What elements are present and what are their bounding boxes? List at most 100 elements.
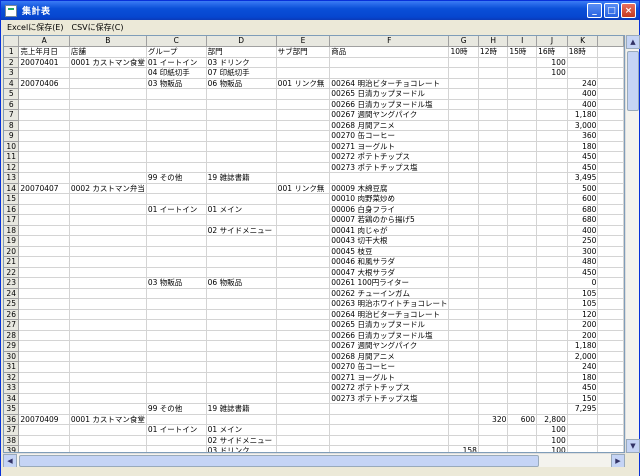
grid-cell[interactable]: 00266 日清カップヌードル塩 — [329, 330, 450, 341]
grid-cell[interactable]: 00264 明治ビターチョコレート — [329, 309, 450, 320]
grid-cell[interactable] — [507, 256, 538, 268]
grid-cell[interactable] — [18, 277, 70, 289]
grid-cell[interactable] — [146, 193, 207, 205]
grid-cell[interactable]: 320 — [478, 414, 509, 425]
row-header[interactable]: 35 — [4, 403, 20, 415]
grid-cell[interactable] — [276, 130, 331, 142]
row-header[interactable]: 3 — [4, 67, 20, 79]
grid-cell[interactable]: 240 — [567, 78, 599, 89]
horizontal-scrollbar[interactable]: ◀ ▶ — [3, 453, 625, 468]
grid-cell[interactable] — [276, 109, 331, 121]
grid-cell[interactable]: 00261 100円ライター — [329, 277, 450, 289]
grid-cell[interactable] — [206, 120, 277, 131]
grid-cell[interactable] — [18, 172, 70, 184]
grid-cell[interactable] — [448, 340, 479, 352]
grid-cell[interactable] — [448, 382, 479, 394]
grid-cell[interactable] — [69, 424, 147, 436]
grid-cell[interactable] — [146, 162, 207, 173]
grid-cell[interactable] — [478, 183, 509, 194]
grid-cell[interactable]: 18時 — [567, 46, 599, 58]
row-header[interactable]: 12 — [4, 162, 20, 173]
grid-cell[interactable] — [448, 172, 479, 184]
grid-cell[interactable] — [18, 298, 70, 310]
grid-cell[interactable] — [146, 319, 207, 331]
grid-cell[interactable]: 600 — [567, 193, 599, 205]
grid-cell[interactable] — [276, 256, 331, 268]
row-header[interactable]: 31 — [4, 361, 20, 373]
grid-cell[interactable] — [478, 382, 509, 394]
grid-cell[interactable] — [146, 109, 207, 121]
grid-cell[interactable] — [448, 309, 479, 320]
grid-cell[interactable] — [478, 256, 509, 268]
grid-cell[interactable]: 00273 ポテトチップス塩 — [329, 162, 450, 173]
grid-cell[interactable] — [507, 424, 538, 436]
grid-cell[interactable]: 02 サイドメニュー — [206, 435, 277, 446]
grid-cell[interactable]: 500 — [567, 183, 599, 194]
grid-cell[interactable] — [536, 235, 568, 247]
grid-cell[interactable] — [478, 78, 509, 89]
grid-cell[interactable]: 0 — [567, 277, 599, 289]
grid-cell[interactable]: 400 — [567, 225, 599, 236]
grid-cell[interactable] — [276, 204, 331, 215]
row-header[interactable]: 28 — [4, 330, 20, 341]
grid-cell[interactable]: 300 — [567, 246, 599, 257]
grid-cell[interactable] — [276, 214, 331, 226]
grid-cell[interactable] — [448, 78, 479, 89]
row-header[interactable]: 10 — [4, 141, 20, 152]
grid-cell[interactable] — [206, 298, 277, 310]
grid-cell[interactable]: 00266 日清カップヌードル塩 — [329, 99, 450, 110]
grid-cell[interactable] — [146, 235, 207, 247]
grid-cell[interactable] — [18, 309, 70, 320]
grid-cell[interactable] — [18, 130, 70, 142]
grid-cell[interactable] — [69, 256, 147, 268]
grid-cell[interactable] — [276, 351, 331, 362]
grid-cell[interactable] — [206, 162, 277, 173]
grid-cell[interactable] — [507, 393, 538, 404]
grid-cell[interactable]: 00270 缶コーヒー — [329, 130, 450, 142]
grid-cell[interactable]: 480 — [567, 256, 599, 268]
grid-cell[interactable] — [18, 109, 70, 121]
grid-cell[interactable] — [206, 151, 277, 163]
grid-cell[interactable]: 0001 カストマン食堂 — [69, 414, 147, 425]
grid-cell[interactable] — [276, 382, 331, 394]
grid-cell[interactable]: 001 リンク無 — [276, 78, 331, 89]
grid-cell[interactable] — [507, 319, 538, 331]
grid-cell[interactable] — [276, 298, 331, 310]
grid-cell[interactable]: 00006 白身フライ — [329, 204, 450, 215]
grid-cell[interactable] — [448, 372, 479, 383]
grid-cell[interactable] — [206, 141, 277, 152]
grid-cell[interactable] — [69, 78, 147, 89]
grid-cell[interactable]: 00268 月間アニメ — [329, 351, 450, 362]
grid-cell[interactable] — [478, 403, 509, 415]
grid-cell[interactable]: 03 ドリンク — [206, 445, 277, 452]
grid-cell[interactable] — [536, 183, 568, 194]
column-header[interactable]: J — [536, 36, 568, 47]
grid-cell[interactable] — [567, 57, 599, 68]
grid-cell[interactable] — [478, 445, 509, 452]
grid-cell[interactable]: 04 印紙切手 — [146, 67, 207, 79]
grid-cell[interactable] — [478, 162, 509, 173]
grid-cell[interactable]: 00009 木綿豆腐 — [329, 183, 450, 194]
grid-cell[interactable] — [18, 340, 70, 352]
grid-cell[interactable] — [206, 393, 277, 404]
row-header[interactable]: 22 — [4, 267, 20, 278]
title-bar[interactable]: 集計表 _ □ × — [1, 1, 639, 20]
grid-cell[interactable] — [276, 88, 331, 100]
grid-cell[interactable]: 600 — [507, 414, 538, 425]
grid-cell[interactable] — [206, 88, 277, 100]
grid-cell[interactable] — [478, 99, 509, 110]
grid-cell[interactable] — [567, 424, 599, 436]
grid-cell[interactable] — [69, 445, 147, 452]
row-header[interactable]: 16 — [4, 204, 20, 215]
grid-cell[interactable]: 180 — [567, 141, 599, 152]
grid-cell[interactable] — [146, 393, 207, 404]
grid-cell[interactable] — [18, 403, 70, 415]
grid-cell[interactable] — [507, 340, 538, 352]
grid-cell[interactable] — [507, 88, 538, 100]
grid-cell[interactable] — [507, 78, 538, 89]
grid-cell[interactable] — [507, 235, 538, 247]
grid-cell[interactable] — [448, 256, 479, 268]
grid-cell[interactable] — [478, 193, 509, 205]
row-header[interactable]: 26 — [4, 309, 20, 320]
grid-cell[interactable] — [478, 172, 509, 184]
